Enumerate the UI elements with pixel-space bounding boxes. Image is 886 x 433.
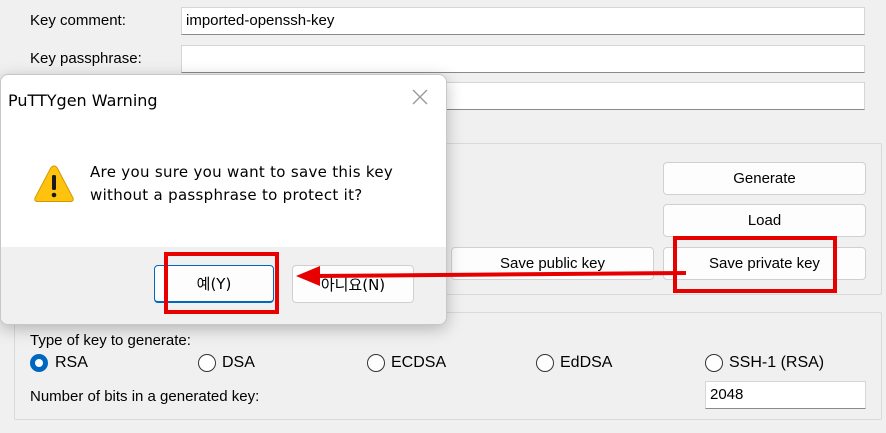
generate-button[interactable]: Generate: [663, 162, 866, 195]
key-comment-value: imported-openssh-key: [186, 12, 335, 29]
bits-field[interactable]: 2048: [705, 381, 866, 409]
radio-ecdsa[interactable]: [367, 354, 385, 372]
dialog-title: PuTTYgen Warning: [8, 91, 158, 110]
key-comment-field[interactable]: imported-openssh-key: [181, 7, 865, 35]
radio-eddsa-label: EdDSA: [560, 354, 613, 371]
radio-dsa[interactable]: [198, 354, 216, 372]
dialog-message-line1: Are you sure you want to save this key: [90, 163, 394, 181]
key-passphrase-field[interactable]: [181, 45, 865, 73]
radio-rsa-label: RSA: [55, 354, 88, 371]
key-type-label: Type of key to generate:: [30, 332, 191, 349]
radio-dsa-label: DSA: [222, 354, 255, 371]
radio-eddsa[interactable]: [536, 354, 554, 372]
radio-ssh1-rsa[interactable]: [705, 354, 723, 372]
highlight-yes-button: [164, 252, 279, 314]
dialog-message-line2: without a passphrase to protect it?: [90, 186, 363, 204]
close-icon[interactable]: [410, 87, 430, 107]
radio-ssh1-rsa-label: SSH-1 (RSA): [729, 354, 825, 371]
radio-rsa[interactable]: [30, 354, 48, 372]
bits-label: Number of bits in a generated key:: [30, 388, 260, 405]
load-button[interactable]: Load: [663, 204, 866, 237]
radio-ecdsa-label: ECDSA: [391, 354, 447, 371]
bits-value: 2048: [710, 386, 744, 403]
key-comment-label: Key comment:: [30, 12, 126, 29]
warning-triangle-icon: [32, 163, 76, 205]
highlight-save-private-key: [673, 236, 837, 293]
key-passphrase-label: Key passphrase:: [30, 50, 142, 67]
annotation-arrow: [290, 262, 690, 288]
